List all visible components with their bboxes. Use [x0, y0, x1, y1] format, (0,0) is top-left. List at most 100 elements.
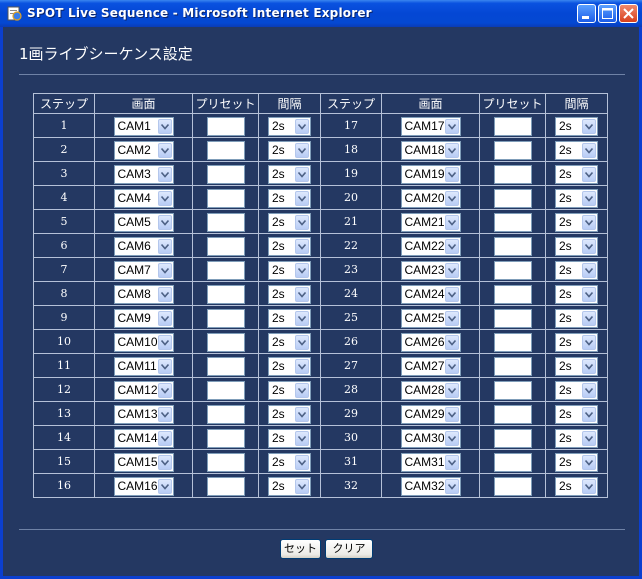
dropdown-button[interactable] [444, 190, 459, 206]
dropdown-button[interactable] [295, 286, 309, 302]
interval-select[interactable]: 2s [555, 356, 598, 376]
camera-select[interactable]: CAM22 [400, 236, 461, 256]
dropdown-button[interactable] [157, 286, 172, 302]
interval-select[interactable]: 2s [555, 188, 598, 208]
preset-input[interactable] [493, 212, 532, 232]
dropdown-button[interactable] [582, 262, 596, 278]
interval-select[interactable]: 2s [555, 404, 598, 424]
dropdown-button[interactable] [157, 310, 172, 326]
minimize-button[interactable] [577, 4, 596, 23]
dropdown-button[interactable] [295, 262, 309, 278]
interval-select[interactable]: 2s [268, 188, 311, 208]
camera-select[interactable]: CAM11 [113, 356, 174, 376]
interval-select[interactable]: 2s [555, 452, 598, 472]
preset-input[interactable] [206, 284, 245, 304]
dropdown-button[interactable] [157, 382, 172, 398]
dropdown-button[interactable] [582, 238, 596, 254]
camera-select[interactable]: CAM10 [113, 332, 174, 352]
dropdown-button[interactable] [295, 430, 309, 446]
preset-input[interactable] [493, 476, 532, 496]
camera-select[interactable]: CAM5 [113, 212, 174, 232]
interval-select[interactable]: 2s [268, 164, 311, 184]
dropdown-button[interactable] [444, 358, 459, 374]
dropdown-button[interactable] [582, 406, 596, 422]
dropdown-button[interactable] [444, 382, 459, 398]
dropdown-button[interactable] [295, 166, 309, 182]
dropdown-button[interactable] [157, 454, 172, 470]
camera-select[interactable]: CAM7 [113, 260, 174, 280]
maximize-button[interactable] [598, 4, 617, 23]
camera-select[interactable]: CAM18 [400, 140, 461, 160]
preset-input[interactable] [206, 116, 245, 136]
dropdown-button[interactable] [582, 382, 596, 398]
dropdown-button[interactable] [444, 454, 459, 470]
dropdown-button[interactable] [295, 334, 309, 350]
interval-select[interactable]: 2s [555, 236, 598, 256]
preset-input[interactable] [206, 476, 245, 496]
camera-select[interactable]: CAM9 [113, 308, 174, 328]
dropdown-button[interactable] [295, 454, 309, 470]
dropdown-button[interactable] [157, 118, 172, 134]
dropdown-button[interactable] [295, 118, 309, 134]
preset-input[interactable] [493, 164, 532, 184]
dropdown-button[interactable] [582, 454, 596, 470]
dropdown-button[interactable] [582, 334, 596, 350]
preset-input[interactable] [493, 356, 532, 376]
interval-select[interactable]: 2s [268, 116, 311, 136]
dropdown-button[interactable] [295, 478, 309, 494]
interval-select[interactable]: 2s [268, 380, 311, 400]
preset-input[interactable] [206, 140, 245, 160]
interval-select[interactable]: 2s [555, 428, 598, 448]
preset-input[interactable] [493, 284, 532, 304]
preset-input[interactable] [206, 308, 245, 328]
dropdown-button[interactable] [295, 142, 309, 158]
preset-input[interactable] [206, 188, 245, 208]
camera-select[interactable]: CAM17 [400, 116, 461, 136]
dropdown-button[interactable] [444, 478, 459, 494]
dropdown-button[interactable] [582, 166, 596, 182]
dropdown-button[interactable] [295, 214, 309, 230]
camera-select[interactable]: CAM4 [113, 188, 174, 208]
interval-select[interactable]: 2s [555, 164, 598, 184]
interval-select[interactable]: 2s [268, 476, 311, 496]
preset-input[interactable] [206, 356, 245, 376]
camera-select[interactable]: CAM21 [400, 212, 461, 232]
camera-select[interactable]: CAM26 [400, 332, 461, 352]
camera-select[interactable]: CAM1 [113, 116, 174, 136]
camera-select[interactable]: CAM19 [400, 164, 461, 184]
camera-select[interactable]: CAM14 [113, 428, 174, 448]
dropdown-button[interactable] [444, 118, 459, 134]
interval-select[interactable]: 2s [555, 140, 598, 160]
dropdown-button[interactable] [444, 310, 459, 326]
preset-input[interactable] [493, 380, 532, 400]
camera-select[interactable]: CAM28 [400, 380, 461, 400]
preset-input[interactable] [206, 260, 245, 280]
preset-input[interactable] [493, 140, 532, 160]
dropdown-button[interactable] [582, 214, 596, 230]
dropdown-button[interactable] [295, 382, 309, 398]
preset-input[interactable] [493, 116, 532, 136]
camera-select[interactable]: CAM27 [400, 356, 461, 376]
set-button[interactable]: セット [280, 539, 321, 559]
interval-select[interactable]: 2s [268, 284, 311, 304]
dropdown-button[interactable] [582, 358, 596, 374]
preset-input[interactable] [493, 452, 532, 472]
camera-select[interactable]: CAM8 [113, 284, 174, 304]
preset-input[interactable] [493, 428, 532, 448]
preset-input[interactable] [206, 404, 245, 424]
close-button[interactable] [619, 4, 638, 23]
interval-select[interactable]: 2s [268, 428, 311, 448]
dropdown-button[interactable] [157, 406, 172, 422]
preset-input[interactable] [206, 236, 245, 256]
camera-select[interactable]: CAM29 [400, 404, 461, 424]
dropdown-button[interactable] [444, 430, 459, 446]
interval-select[interactable]: 2s [268, 356, 311, 376]
dropdown-button[interactable] [295, 190, 309, 206]
preset-input[interactable] [493, 236, 532, 256]
title-bar[interactable]: SPOT Live Sequence - Microsoft Internet … [0, 0, 642, 27]
dropdown-button[interactable] [444, 334, 459, 350]
interval-select[interactable]: 2s [268, 308, 311, 328]
interval-select[interactable]: 2s [268, 260, 311, 280]
dropdown-button[interactable] [295, 406, 309, 422]
dropdown-button[interactable] [157, 262, 172, 278]
